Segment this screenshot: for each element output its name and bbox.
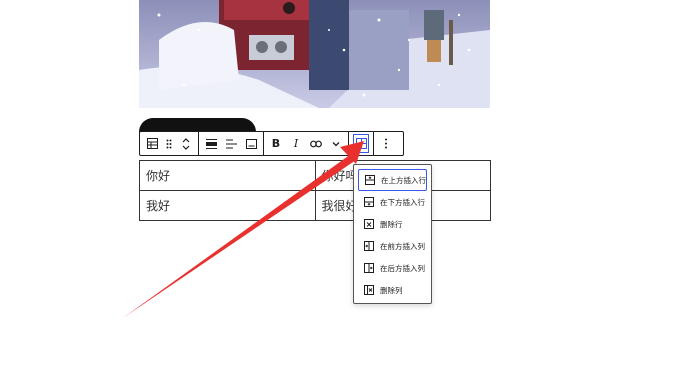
chevron-down-icon[interactable] [326, 132, 346, 155]
table-row: 你好 你好吗 [139, 160, 491, 191]
menu-item-insert-row-before[interactable]: 在上方插入行 [358, 169, 427, 191]
menu-item-label: 删除行 [380, 219, 403, 229]
insert-column-after-icon [364, 263, 374, 273]
table-cell[interactable]: 你好 [139, 160, 316, 191]
menu-item-label: 删除列 [380, 285, 403, 295]
menu-item-label: 在下方插入行 [380, 197, 425, 207]
insert-row-after-icon [364, 197, 374, 207]
align-left-icon[interactable] [221, 132, 241, 155]
delete-column-icon [364, 285, 374, 295]
table-cell[interactable]: 我好 [139, 190, 316, 221]
menu-item-insert-column-after[interactable]: 在后方插入列 [358, 257, 427, 279]
italic-icon[interactable]: I [286, 132, 306, 155]
table-edit-menu: 在上方插入行 在下方插入行 删除行 在前方插入列 在后方插入列 删除列 [353, 164, 432, 304]
bold-icon[interactable]: B [266, 132, 286, 155]
bold-label: B [271, 137, 281, 150]
align-full-icon[interactable] [201, 132, 221, 155]
block-toolbar: B I [139, 131, 404, 156]
menu-item-insert-column-before[interactable]: 在前方插入列 [358, 235, 427, 257]
table-row: 我好 我很好 [139, 190, 491, 221]
delete-row-icon [364, 219, 374, 229]
menu-item-label: 在前方插入列 [380, 241, 425, 251]
menu-item-delete-column[interactable]: 删除列 [358, 279, 427, 301]
more-options-icon[interactable] [376, 132, 396, 155]
menu-item-label: 在后方插入列 [380, 263, 425, 273]
insert-column-before-icon [364, 241, 374, 251]
content-table: 你好 你好吗 我好 我很好 [139, 160, 491, 221]
drag-handle-icon[interactable] [162, 132, 176, 155]
insert-row-before-icon [365, 175, 375, 185]
block-type-group [140, 132, 199, 155]
menu-item-delete-row[interactable]: 删除行 [358, 213, 427, 235]
more-group [374, 132, 398, 155]
alignment-group [199, 132, 264, 155]
caption-icon[interactable] [241, 132, 261, 155]
table-edit-group [349, 132, 374, 155]
link-icon[interactable] [306, 132, 326, 155]
header-image [139, 0, 490, 108]
table-icon[interactable] [142, 132, 162, 155]
format-group: B I [264, 132, 349, 155]
menu-item-label: 在上方插入行 [381, 175, 426, 185]
menu-item-insert-row-after[interactable]: 在下方插入行 [358, 191, 427, 213]
italic-label: I [293, 137, 299, 150]
edit-table-icon[interactable] [351, 132, 371, 155]
move-up-down-icon[interactable] [176, 132, 196, 155]
